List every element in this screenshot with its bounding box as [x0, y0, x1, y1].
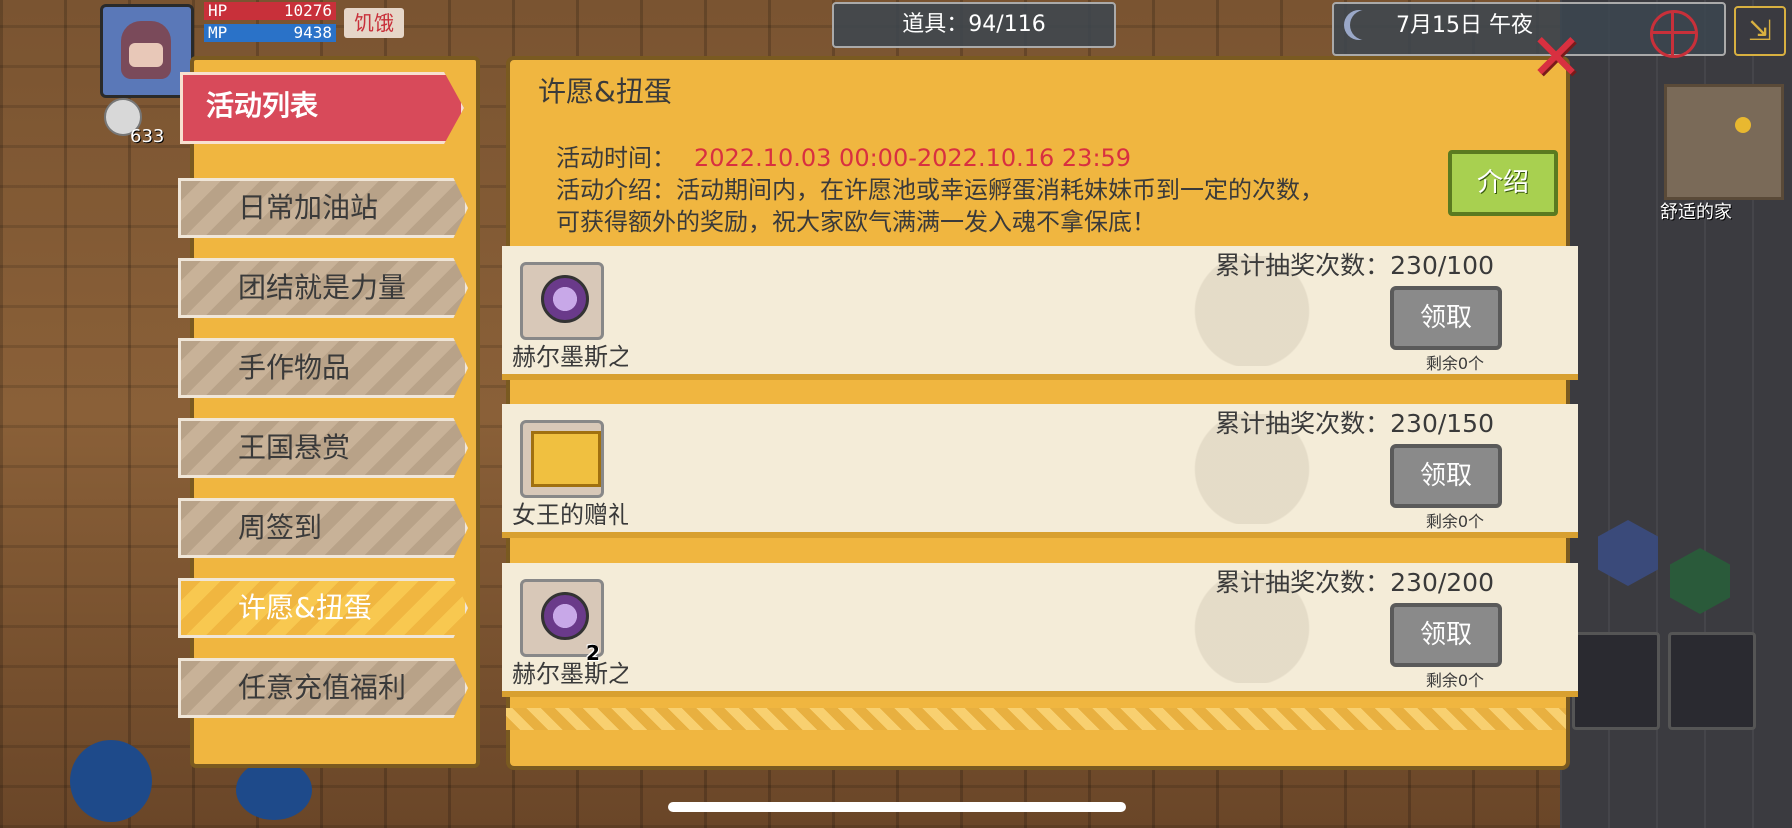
reward-row: 女王的赠礼 累计抽奖次数：230/150 领取剩余0个 [502, 404, 1578, 538]
item-name: 赫尔墨斯之 [512, 343, 628, 371]
hp-value: 10276 [283, 1, 332, 20]
remaining-count: 剩余0个 [1425, 512, 1484, 531]
moon-icon [1350, 10, 1380, 40]
event-description-line2: 可获得额外的奖励，祝大家欧气满满一发入魂不拿保底！ [556, 208, 1156, 236]
home-indicator[interactable] [668, 802, 1126, 812]
player-avatar[interactable] [100, 4, 194, 98]
inventory-counter[interactable]: 道具：94/116 [832, 2, 1116, 48]
intro-button[interactable]: 介绍 [1448, 150, 1558, 216]
mp-label: MP [208, 23, 228, 42]
remaining-count: 剩余0个 [1425, 671, 1484, 690]
activity-tab-label: 任意充值福利 [238, 671, 407, 704]
draw-progress: 累计抽奖次数：230/150 [1215, 409, 1494, 438]
hp-label: HP [208, 1, 228, 20]
panel-footer-decoration [506, 708, 1566, 730]
currency-value: 633 [130, 126, 165, 147]
event-title: 许愿&扭蛋 [538, 75, 672, 108]
potion-orb-icon[interactable] [520, 262, 604, 340]
orb-graphic [541, 275, 589, 323]
bag-icon [70, 740, 152, 822]
orb-graphic [541, 592, 589, 640]
activity-tab-label: 团结就是力量 [238, 271, 407, 304]
reward-row: 赫尔墨斯之 累计抽奖次数：230/100 领取剩余0个 [502, 246, 1578, 380]
minimap[interactable] [1664, 84, 1784, 200]
avatar-face [129, 43, 163, 67]
event-time-value: 2022.10.03 00:00-2022.10.16 23:59 [694, 144, 1132, 172]
status-badge: 饥饿 [344, 8, 404, 38]
activity-tab-label: 日常加油站 [238, 191, 379, 224]
mp-bar: MP 9438 [204, 24, 336, 42]
golden-gift-icon[interactable] [520, 420, 604, 498]
reward-row: 2 赫尔墨斯之 累计抽奖次数：230/200 领取 剩余0个 [502, 563, 1578, 697]
event-description-line1: 活动介绍：活动期间内，在许愿池或幸运孵蛋消耗妹妹币到一定的次数， [556, 176, 1324, 204]
remaining-count: 剩余0个 [1425, 354, 1484, 373]
activity-tab-label: 王国悬赏 [238, 431, 351, 464]
draw-progress: 累计抽奖次数：230/200 [1215, 568, 1494, 597]
claim-button[interactable]: 领取 [1390, 286, 1502, 350]
activity-tab-label: 手作物品 [238, 351, 351, 384]
network-icon[interactable] [1650, 10, 1698, 58]
gift-graphic [531, 431, 601, 487]
mp-value: 9438 [293, 23, 332, 42]
bow-slot-icon[interactable] [1668, 632, 1756, 730]
activity-tab-label: 周签到 [238, 511, 323, 544]
activity-tab-label: 许愿&扭蛋 [238, 591, 372, 624]
player-marker-icon [1735, 117, 1751, 133]
activity-tab[interactable] [178, 498, 468, 558]
date-time: 7月15日 午夜 [1396, 13, 1533, 38]
claim-button[interactable]: 领取 [1390, 444, 1502, 508]
close-icon[interactable]: ✕ [1528, 26, 1584, 90]
bag-icon [236, 760, 312, 820]
event-time-label: 活动时间： [556, 144, 676, 172]
item-name: 赫尔墨斯之 [512, 660, 628, 688]
location-label: 舒适的家 [1660, 202, 1732, 223]
hp-bar: HP 10276 [204, 2, 336, 20]
draw-progress: 累计抽奖次数：230/100 [1215, 251, 1494, 280]
item-name: 女王的赠礼 [512, 501, 628, 529]
exit-icon[interactable]: ⇲ [1734, 6, 1786, 56]
activity-list-title: 活动列表 [206, 89, 319, 122]
claim-button[interactable]: 领取 [1390, 603, 1502, 667]
sword-slot-icon[interactable] [1572, 632, 1660, 730]
